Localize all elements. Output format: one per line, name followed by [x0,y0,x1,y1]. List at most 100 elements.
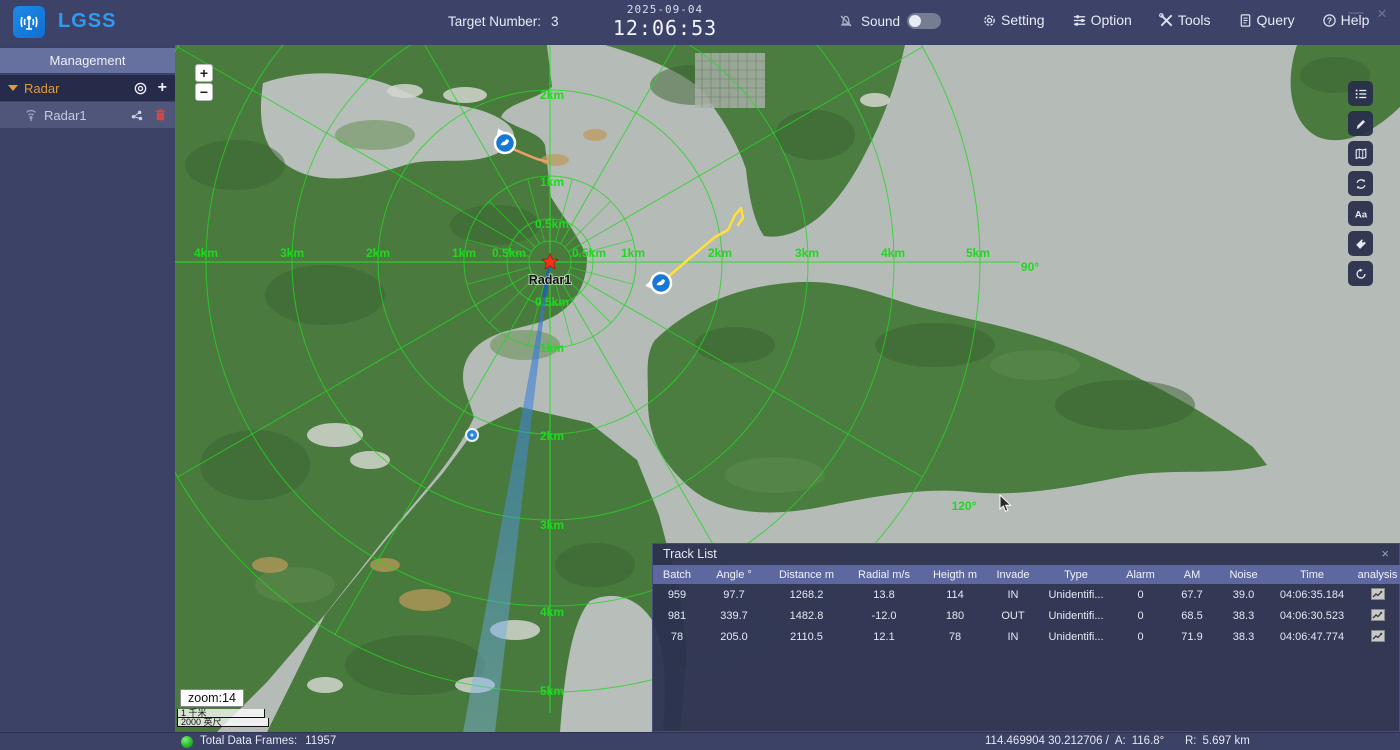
analysis-chart-icon[interactable] [1371,630,1385,642]
sliders-icon [1072,13,1087,28]
map-zoom-out-button[interactable]: − [195,83,213,101]
cell-angle: 205.0 [701,626,767,647]
col-height[interactable]: Heigth m [922,565,988,584]
time-text: 12:06:53 [605,16,725,40]
svg-text:Aa: Aa [1354,209,1367,220]
tree-collapse-caret[interactable] [8,85,18,91]
minimize-button[interactable]: — [1346,4,1366,21]
menu-query[interactable]: Query [1238,12,1295,28]
cell-am: 68.5 [1167,605,1217,626]
track-list-panel: Track List × Batch Angle ° Distance m Ra… [652,543,1400,732]
analysis-chart-icon[interactable] [1371,609,1385,621]
sync-arrows-icon [1354,177,1368,191]
brand-title: LGSS [58,10,116,33]
col-analysis[interactable]: analysis [1354,565,1400,584]
sidebar-item-radar1-label: Radar1 [44,108,87,123]
help-icon: ? [1322,13,1337,28]
map-zoom-in-button[interactable]: + [195,64,213,82]
menu-setting[interactable]: Setting [982,12,1045,28]
track-table: Batch Angle ° Distance m Radial m/s Heig… [653,565,1400,647]
svg-text:2km: 2km [708,246,732,260]
tools-icon [1159,13,1174,28]
col-batch[interactable]: Batch [653,565,701,584]
dot-target[interactable] [466,429,478,441]
cell-am: 71.9 [1167,626,1217,647]
cell-height: 78 [922,626,988,647]
map-icon [1354,147,1368,161]
col-angle[interactable]: Angle ° [701,565,767,584]
cell-radial: 13.8 [846,584,922,605]
svg-text:5km: 5km [966,246,990,260]
analysis-chart-icon[interactable] [1371,588,1385,600]
svg-text:4km: 4km [881,246,905,260]
layer-list-button[interactable] [1348,81,1373,106]
svg-text:1km: 1km [540,175,564,189]
menu-option[interactable]: Option [1072,12,1132,28]
track-list-close-icon[interactable]: × [1381,546,1389,561]
svg-text:0.5km: 0.5km [492,246,526,260]
col-alarm[interactable]: Alarm [1114,565,1167,584]
zoom-level-indicator: zoom:14 [180,689,244,707]
svg-text:0.5km: 0.5km [572,246,606,260]
map-canvas[interactable]: 4km 3km 2km 1km 0.5km 0.5km 1km 2km 3km … [175,45,1400,732]
cell-batch: 981 [653,605,701,626]
cell-batch: 78 [653,626,701,647]
svg-text:2km: 2km [540,88,564,102]
sound-toggle[interactable] [907,13,941,29]
basemap-button[interactable] [1348,141,1373,166]
svg-text:4km: 4km [194,246,218,260]
col-type[interactable]: Type [1038,565,1114,584]
cell-noise: 39.0 [1217,584,1270,605]
cell-alarm: 0 [1114,605,1167,626]
menu-tools[interactable]: Tools [1159,12,1211,28]
track-row[interactable]: 78 205.0 2110.5 12.1 78 IN Unidentifi...… [653,626,1400,647]
cell-height: 114 [922,584,988,605]
visibility-icon[interactable] [133,81,148,96]
col-am[interactable]: AM [1167,565,1217,584]
bell-muted-icon [838,13,854,29]
sidebar-item-radar-label: Radar [24,81,59,96]
cell-invade: OUT [988,605,1038,626]
cell-noise: 38.3 [1217,626,1270,647]
col-noise[interactable]: Noise [1217,565,1270,584]
font-label-button[interactable]: Aa [1348,201,1373,226]
status-bar: Total Data Frames: 11957 114.469904 30.2… [0,732,1400,750]
azimuth-90-label: 90° [1021,260,1039,274]
add-radar-icon[interactable]: + [158,80,167,96]
azimuth-value: 116.8° [1132,735,1165,747]
radar-antenna-icon [18,11,40,33]
menu-option-label: Option [1091,12,1132,28]
radar-device-icon [24,108,38,122]
sidebar-item-radar1[interactable]: Radar1 [0,102,175,128]
sync-button[interactable] [1348,171,1373,196]
track-row[interactable]: 959 97.7 1268.2 13.8 114 IN Unidentifi..… [653,584,1400,605]
top-bar: LGSS Target Number: 3 2025-09-04 12:06:5… [0,0,1400,45]
track-row[interactable]: 981 339.7 1482.8 -12.0 180 OUT Unidentif… [653,605,1400,626]
document-icon [1238,13,1253,28]
cell-time: 04:06:35.184 [1270,584,1354,605]
col-invade[interactable]: Invade [988,565,1038,584]
track-list-title: Track List [653,544,1399,565]
close-button[interactable]: × [1372,4,1392,24]
link-nodes-icon[interactable] [130,108,144,122]
list-icon [1354,87,1368,101]
cell-angle: 339.7 [701,605,767,626]
svg-text:1km: 1km [452,246,476,260]
frames-label: Total Data Frames: [200,735,297,747]
cell-type: Unidentifi... [1038,626,1114,647]
delete-trash-icon[interactable] [154,108,167,122]
svg-text:1km: 1km [621,246,645,260]
svg-text:0.5km: 0.5km [535,217,569,231]
cell-radial: -12.0 [846,605,922,626]
font-icon: Aa [1353,207,1369,221]
col-time[interactable]: Time [1270,565,1354,584]
col-radial[interactable]: Radial m/s [846,565,922,584]
measure-button[interactable] [1348,111,1373,136]
sound-toggle-knob [909,15,921,27]
sidebar-item-radar[interactable]: Radar + [0,75,175,101]
col-distance[interactable]: Distance m [767,565,846,584]
target-number-value: 3 [551,14,559,29]
refresh-button[interactable] [1348,261,1373,286]
tag-button[interactable] [1348,231,1373,256]
svg-text:2km: 2km [366,246,390,260]
